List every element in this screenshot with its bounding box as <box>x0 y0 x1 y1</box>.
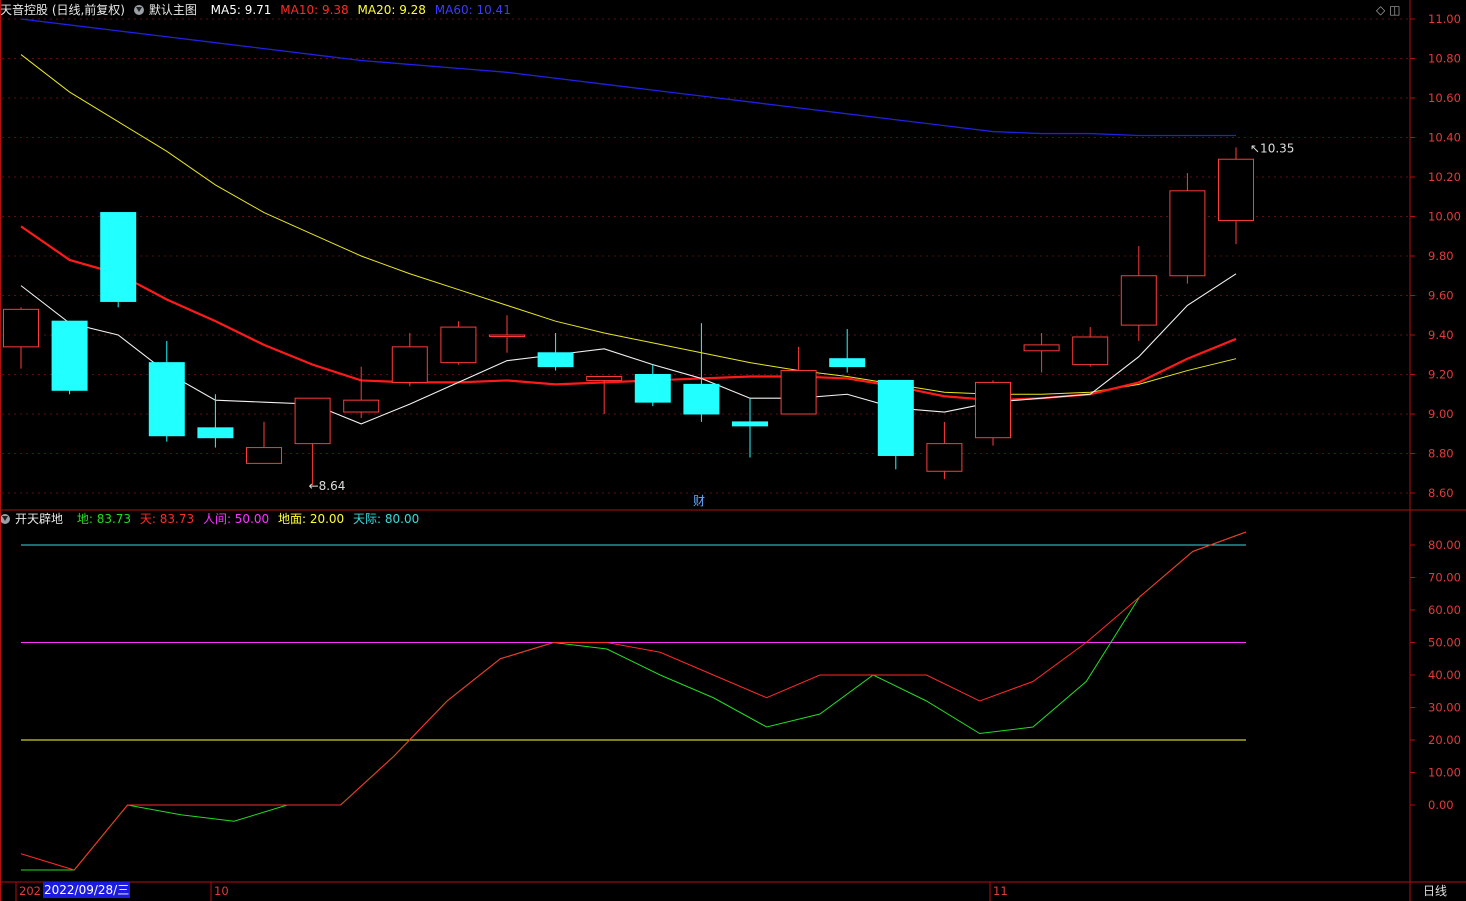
chart-frame <box>0 0 1466 901</box>
indicator-tick-label: 30.00 <box>1428 701 1461 715</box>
price-tick-label: 8.80 <box>1428 447 1454 461</box>
price-axis: 11.00 10.80 10.60 10.40 10.20 10.00 9.80 9.60 9.… <box>15 12 1461 901</box>
candle-body <box>586 375 623 381</box>
low-price-marker: ←8.64 <box>309 479 346 493</box>
candle-body <box>391 346 428 383</box>
candle-body <box>1023 344 1060 352</box>
x-tick-label: 11 <box>993 884 1008 898</box>
candle-body <box>537 352 574 368</box>
candle-body <box>440 326 477 364</box>
high-price-marker: ↖10.35 <box>1250 141 1294 155</box>
price-tick-label: 10.00 <box>1428 210 1461 224</box>
price-tick-label: 9.20 <box>1428 368 1454 382</box>
candle-body <box>1120 275 1157 326</box>
indicator-lines <box>20 531 1247 871</box>
indicator-tick-label: 50.00 <box>1428 636 1461 650</box>
indicator-tick-label: 70.00 <box>1428 571 1461 585</box>
price-tick-label: 9.60 <box>1428 289 1454 303</box>
candle-body <box>877 379 914 456</box>
candle-body <box>148 362 185 437</box>
price-tick-label: 11.00 <box>1428 12 1461 26</box>
candle-body <box>294 397 331 445</box>
financial-event-marker: 财 <box>693 494 705 508</box>
di-line <box>21 531 1247 871</box>
period-selector[interactable]: 日线 <box>1423 882 1447 900</box>
candle-body <box>1169 190 1206 277</box>
price-tick-label: 10.60 <box>1428 91 1461 105</box>
price-tick-label: 10.40 <box>1428 131 1461 145</box>
moving-average-lines <box>20 18 1237 425</box>
price-tick-label: 8.60 <box>1428 486 1454 500</box>
candle-body <box>100 212 137 302</box>
price-tick-label: 10.80 <box>1428 52 1461 66</box>
candle-body <box>829 358 866 368</box>
candle-body <box>926 443 963 472</box>
candle-body <box>1072 336 1109 366</box>
candlesticks <box>3 147 1254 486</box>
candle-body <box>343 399 380 413</box>
indicator-tick-label: 10.00 <box>1428 766 1461 780</box>
price-tick-label: 9.00 <box>1428 407 1454 421</box>
ma60-line <box>20 18 1236 137</box>
indicator-tick-label: 0.00 <box>1428 798 1454 812</box>
price-tick-label: 9.40 <box>1428 328 1454 342</box>
candle-body <box>975 381 1011 439</box>
ma20-line <box>20 54 1237 395</box>
indicator-tick-label: 60.00 <box>1428 603 1461 617</box>
candle-body <box>732 421 768 427</box>
indicator-tick-label: 80.00 <box>1428 538 1461 552</box>
candle-body <box>246 447 282 464</box>
price-tick-label: 9.80 <box>1428 249 1454 263</box>
x-tick-label: 202 <box>19 884 41 898</box>
price-tick-label: 10.20 <box>1428 170 1461 184</box>
candle-body <box>51 320 88 391</box>
candle-body <box>1218 158 1254 221</box>
indicator-tick-label: 40.00 <box>1428 668 1461 682</box>
tian-line <box>20 531 1247 871</box>
candle-body <box>197 427 234 439</box>
candle-body <box>489 334 525 337</box>
candle-body <box>3 308 39 348</box>
candle-body <box>683 383 720 415</box>
date-cursor-label: 2022/09/28/三 <box>43 882 131 898</box>
candle-body <box>634 374 671 403</box>
x-tick-label: 10 <box>214 884 229 898</box>
indicator-tick-label: 20.00 <box>1428 733 1461 747</box>
chart-canvas[interactable]: 11.00 10.80 10.60 10.40 10.20 10.00 9.80 9.60 9.… <box>0 0 1466 901</box>
candle-body <box>780 370 817 415</box>
